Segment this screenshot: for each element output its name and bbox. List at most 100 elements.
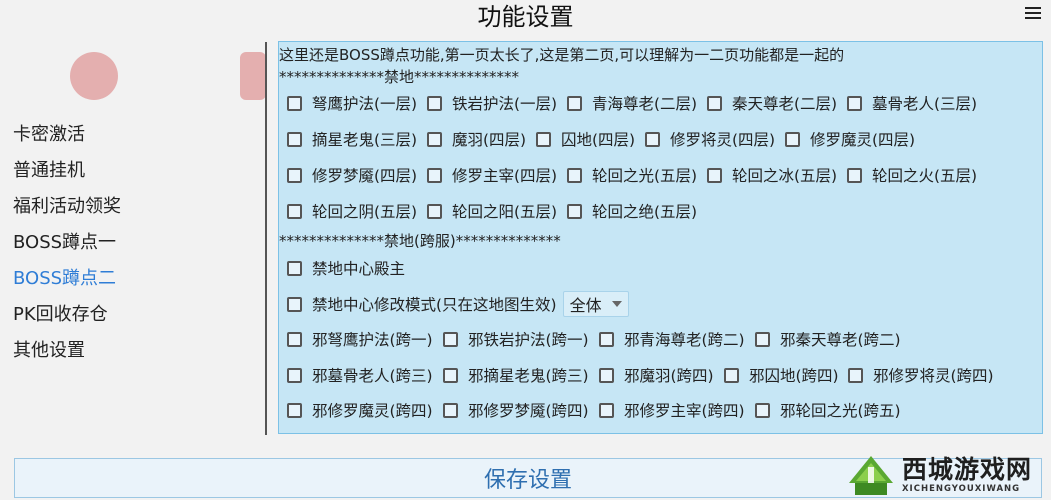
checkbox[interactable] (287, 260, 302, 276)
checkbox-label: 邪墓骨老人(跨三) (312, 367, 433, 385)
boss-checkbox-item[interactable]: 修罗梦魇(四层) (287, 164, 417, 186)
checkbox[interactable] (443, 402, 458, 418)
checkbox-label: 修罗主宰(四层) (452, 167, 558, 185)
hamburger-menu-icon[interactable] (1025, 4, 1041, 20)
boss-checkbox-item[interactable]: 修罗将灵(四层) (645, 128, 775, 150)
boss-checkbox-item[interactable]: 轮回之阴(五层) (287, 200, 417, 222)
boss-checkbox-item[interactable]: 轮回之光(五层) (567, 164, 697, 186)
checkbox[interactable] (755, 331, 770, 347)
boss-checkbox-item[interactable]: 邪轮回之光(跨五) (755, 399, 901, 421)
checkbox-label: 邪秦天尊老(跨二) (780, 331, 901, 349)
mode-select[interactable]: 全体 (562, 291, 629, 317)
checkbox-label: 墓骨老人(三层) (872, 95, 978, 113)
checkbox-label: 禁地中心修改模式(只在这地图生效) (312, 296, 557, 314)
boss-checkbox-item[interactable]: 修罗魔灵(四层) (785, 128, 915, 150)
checkbox[interactable] (847, 95, 862, 111)
page-title: 功能设置 (477, 3, 574, 31)
boss-checkbox-item[interactable]: 邪修罗主宰(跨四) (599, 399, 745, 421)
checkbox[interactable] (287, 331, 302, 347)
checkbox[interactable] (287, 203, 302, 219)
checkbox[interactable] (599, 402, 614, 418)
boss-checkbox-item[interactable]: 轮回之冰(五层) (707, 164, 837, 186)
boss-checkbox-item[interactable]: 邪青海尊老(跨二) (599, 328, 745, 350)
intro-text: 这里还是BOSS蹲点功能,第一页太长了,这是第二页,可以理解为一二页功能都是一起… (279, 46, 845, 64)
checkbox[interactable] (443, 331, 458, 347)
checkbox[interactable] (287, 296, 302, 312)
checkbox[interactable] (785, 131, 800, 147)
sidebar-item[interactable]: 普通挂机 (13, 156, 85, 182)
sidebar-item[interactable]: PK回收存仓 (13, 300, 108, 326)
checkbox-label: 修罗将灵(四层) (670, 131, 776, 149)
checkbox[interactable] (287, 367, 302, 383)
checkbox[interactable] (645, 131, 660, 147)
checkbox[interactable] (536, 131, 551, 147)
boss-checkbox-item[interactable]: 邪修罗梦魇(跨四) (443, 399, 589, 421)
boss-checkbox-item[interactable]: 摘星老鬼(三层) (287, 128, 417, 150)
checkbox[interactable] (287, 131, 302, 147)
checkbox-label: 邪魔羽(跨四) (624, 367, 714, 385)
checkbox[interactable] (287, 402, 302, 418)
checkbox[interactable] (427, 167, 442, 183)
checkbox[interactable] (599, 331, 614, 347)
checkbox[interactable] (567, 95, 582, 111)
dropdown-arrow-icon (611, 301, 622, 307)
checkbox-label: 秦天尊老(二层) (732, 95, 838, 113)
boss-checkbox-item[interactable]: 邪秦天尊老(跨二) (755, 328, 901, 350)
checkbox-label: 邪修罗梦魇(跨四) (468, 402, 589, 420)
watermark: 西城游戏网 XICHENGYOUXIWANG (846, 452, 1046, 498)
boss-checkbox-item[interactable]: 墓骨老人(三层) (847, 92, 977, 114)
boss-checkbox-item[interactable]: 轮回之火(五层) (847, 164, 977, 186)
checkbox[interactable] (427, 95, 442, 111)
boss-checkbox-item[interactable]: 邪摘星老鬼(跨三) (443, 364, 589, 386)
boss-checkbox-item[interactable]: 囚地(四层) (536, 128, 635, 150)
checkbox[interactable] (847, 167, 862, 183)
boss-checkbox-item[interactable]: 轮回之阳(五层) (427, 200, 557, 222)
mode-option-row[interactable]: 禁地中心修改模式(只在这地图生效) 全体 (287, 291, 629, 317)
boss-checkbox-item[interactable]: 邪铁岩护法(跨一) (443, 328, 589, 350)
checkbox[interactable] (755, 402, 770, 418)
checkbox-label: 邪铁岩护法(跨一) (468, 331, 589, 349)
sidebar-item[interactable]: 福利活动领奖 (13, 192, 121, 218)
checkbox-label: 邪修罗主宰(跨四) (624, 402, 745, 420)
checkbox[interactable] (599, 367, 614, 383)
boss-checkbox-item[interactable]: 邪魔羽(跨四) (599, 364, 714, 386)
sidebar: 卡密激活普通挂机福利活动领奖 BOSS蹲点一 BOSS蹲点二 PK回收存仓 其他设置 (0, 36, 266, 436)
boss-checkbox-item[interactable]: 青海尊老(二层) (567, 92, 697, 114)
checkbox[interactable] (443, 367, 458, 383)
sidebar-item[interactable]: 其他设置 (13, 336, 85, 362)
boss-checkbox-item[interactable]: 魔羽(四层) (427, 128, 526, 150)
boss-checkbox-item[interactable]: 邪修罗魔灵(跨四) (287, 399, 433, 421)
checkbox[interactable] (724, 367, 739, 383)
boss-checkbox-center-lord[interactable]: 禁地中心殿主 (287, 257, 405, 279)
checkbox-label: 轮回之阴(五层) (312, 203, 418, 221)
checkbox[interactable] (427, 203, 442, 219)
checkbox-label: 邪摘星老鬼(跨三) (468, 367, 589, 385)
boss-checkbox-item[interactable]: 邪囚地(跨四) (724, 364, 839, 386)
section-title-forbidden: **************禁地************** (279, 68, 520, 86)
boss-checkbox-item[interactable]: 邪墓骨老人(跨三) (287, 364, 433, 386)
boss-checkbox-item[interactable]: 邪弩鹰护法(跨一) (287, 328, 433, 350)
sidebar-item[interactable]: 卡密激活 (13, 120, 85, 146)
boss-checkbox-item[interactable]: 秦天尊老(二层) (707, 92, 837, 114)
boss-checkbox-item[interactable]: 邪修罗将灵(跨四) (848, 364, 994, 386)
checkbox[interactable] (567, 167, 582, 183)
sidebar-item[interactable]: BOSS蹲点一 (13, 228, 116, 254)
top-bar: 功能设置 (0, 0, 1051, 36)
checkbox-label: 轮回之光(五层) (592, 167, 698, 185)
checkbox[interactable] (287, 95, 302, 111)
checkbox[interactable] (427, 131, 442, 147)
checkbox[interactable] (287, 167, 302, 183)
checkbox[interactable] (567, 203, 582, 219)
checkbox-label: 修罗梦魇(四层) (312, 167, 418, 185)
checkbox-label: 摘星老鬼(三层) (312, 131, 418, 149)
checkbox[interactable] (707, 167, 722, 183)
checkbox-label: 轮回之火(五层) (872, 167, 978, 185)
checkbox[interactable] (707, 95, 722, 111)
checkbox[interactable] (848, 367, 863, 383)
boss-checkbox-item[interactable]: 轮回之绝(五层) (567, 200, 697, 222)
boss-checkbox-item[interactable]: 弩鹰护法(一层) (287, 92, 417, 114)
boss-checkbox-item[interactable]: 修罗主宰(四层) (427, 164, 557, 186)
boss-checkbox-item[interactable]: 铁岩护法(一层) (427, 92, 557, 114)
checkbox-label: 青海尊老(二层) (592, 95, 698, 113)
sidebar-item[interactable]: BOSS蹲点二 (13, 264, 116, 290)
